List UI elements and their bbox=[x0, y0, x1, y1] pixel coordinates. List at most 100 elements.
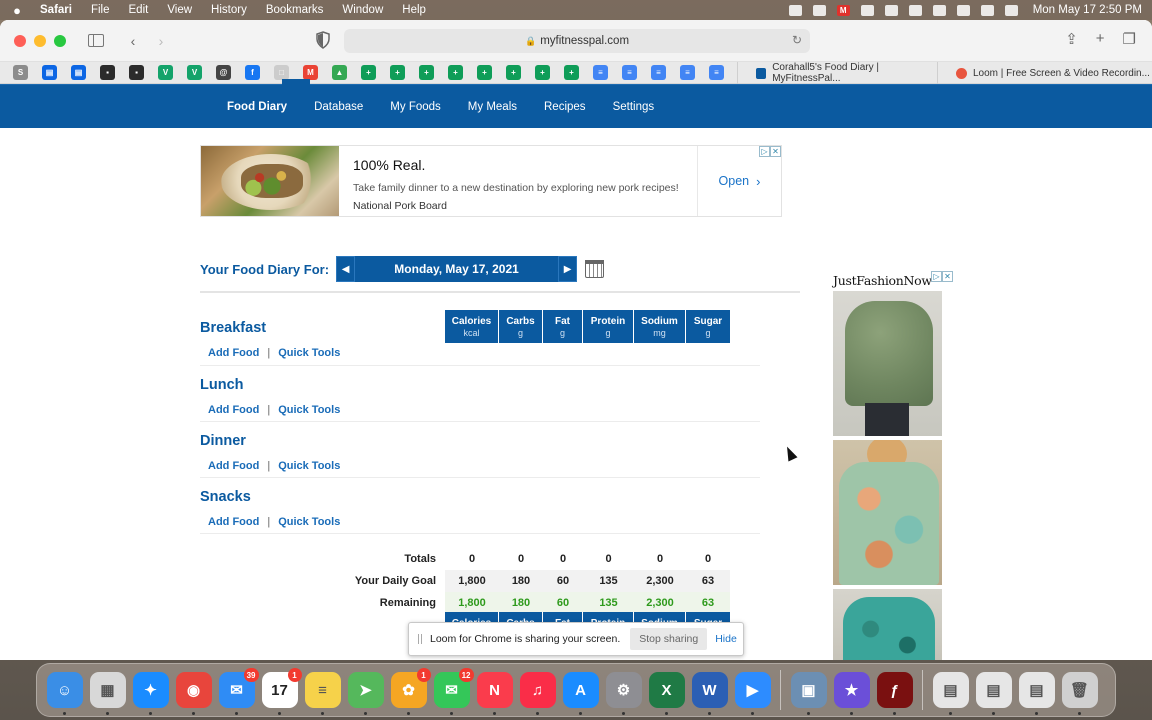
screenshot-icon[interactable]: ▤ bbox=[932, 672, 969, 715]
nav-my-meals[interactable]: My Meals bbox=[468, 101, 517, 113]
extension-icon[interactable] bbox=[812, 4, 826, 16]
menu-window[interactable]: Window bbox=[342, 4, 383, 16]
product-image[interactable] bbox=[833, 291, 942, 436]
drag-handle-icon[interactable] bbox=[418, 634, 422, 644]
apple-icon[interactable]: ● bbox=[10, 3, 24, 18]
m-app-icon[interactable]: M bbox=[836, 4, 850, 16]
add-food-link[interactable]: Add Food bbox=[208, 460, 259, 472]
siri-icon[interactable] bbox=[1004, 4, 1018, 16]
menu-history[interactable]: History bbox=[211, 4, 247, 16]
search-icon[interactable] bbox=[956, 4, 970, 16]
side-ad-choices[interactable]: ▷ ✕ bbox=[931, 271, 953, 282]
forward-arrow-icon[interactable]: › bbox=[150, 30, 172, 52]
add-food-link[interactable]: Add Food bbox=[208, 347, 259, 359]
next-day-icon[interactable]: ▶ bbox=[558, 256, 578, 282]
nav-my-foods[interactable]: My Foods bbox=[390, 101, 441, 113]
back-arrow-icon[interactable]: ‹ bbox=[122, 30, 144, 52]
page-icon[interactable]: □ bbox=[274, 65, 289, 80]
control-center-icon[interactable] bbox=[980, 4, 994, 16]
sheets-icon[interactable]: + bbox=[448, 65, 463, 80]
sheets-icon[interactable]: + bbox=[564, 65, 579, 80]
privacy-shield-icon[interactable] bbox=[316, 31, 330, 49]
calendar-icon[interactable]: 17 1 bbox=[261, 668, 302, 715]
share-icon[interactable]: ⇪ bbox=[1065, 30, 1078, 48]
quick-tools-link[interactable]: Quick Tools bbox=[278, 347, 340, 359]
messages-icon[interactable]: ✉ 12 bbox=[433, 668, 474, 715]
preview-icon[interactable]: ▣ bbox=[790, 672, 827, 715]
new-tab-icon[interactable]: + bbox=[1096, 30, 1105, 48]
music-icon[interactable]: ♫ bbox=[519, 672, 556, 715]
quick-tools-link[interactable]: Quick Tools bbox=[278, 460, 340, 472]
ad-close-icon[interactable]: ✕ bbox=[942, 271, 953, 282]
zoom-button[interactable] bbox=[54, 34, 66, 47]
news-icon[interactable]: N bbox=[476, 672, 513, 715]
diary-date[interactable]: Monday, May 17, 2021 bbox=[355, 256, 559, 282]
sheets-icon[interactable]: + bbox=[390, 65, 405, 80]
dark-app-icon[interactable]: ▪ bbox=[100, 65, 115, 80]
sheets-icon[interactable]: + bbox=[477, 65, 492, 80]
v-icon[interactable]: V bbox=[158, 65, 173, 80]
battery-icon[interactable] bbox=[908, 4, 922, 16]
calendar-icon[interactable] bbox=[585, 260, 605, 278]
at-icon[interactable]: @ bbox=[216, 65, 231, 80]
product-image[interactable] bbox=[833, 440, 942, 585]
sheets-icon[interactable]: + bbox=[361, 65, 376, 80]
system-preferences-icon[interactable]: ⚙ bbox=[605, 672, 642, 715]
tab-overview-icon[interactable]: ❐ bbox=[1123, 30, 1136, 48]
mail-icon[interactable]: ✉ 39 bbox=[218, 668, 259, 715]
adchoices-icon[interactable]: ▷ bbox=[759, 146, 770, 157]
nav-recipes[interactable]: Recipes bbox=[544, 101, 586, 113]
reload-icon[interactable]: ↻ bbox=[792, 33, 802, 47]
menu-view[interactable]: View bbox=[167, 4, 192, 16]
tab-loom[interactable]: Loom | Free Screen & Video Recordin... bbox=[937, 62, 1152, 84]
launchpad-icon[interactable]: ▦ bbox=[89, 672, 126, 715]
fork-icon[interactable] bbox=[860, 4, 874, 16]
minimize-button[interactable] bbox=[34, 34, 46, 47]
docs-icon[interactable]: ≡ bbox=[593, 65, 608, 80]
photos-icon[interactable]: ✿ 1 bbox=[390, 668, 431, 715]
address-bar[interactable]: 🔒 myfitnesspal.com ↻ bbox=[344, 29, 810, 53]
quick-tools-link[interactable]: Quick Tools bbox=[278, 516, 340, 528]
banner-ad[interactable]: 100% Real. Take family dinner to a new d… bbox=[200, 145, 782, 217]
sidebar-toggle-icon[interactable] bbox=[88, 34, 104, 47]
docs-icon[interactable]: ≡ bbox=[622, 65, 637, 80]
safari-icon[interactable]: ✦ bbox=[132, 672, 169, 715]
side-ad[interactable]: JustFashionNow ▷ ✕ bbox=[833, 271, 953, 660]
sheets-icon[interactable]: + bbox=[419, 65, 434, 80]
app-store-icon[interactable]: A bbox=[562, 672, 599, 715]
flash-icon[interactable]: ƒ bbox=[876, 672, 913, 715]
trash-icon[interactable]: 🗑 bbox=[1061, 672, 1098, 715]
menu-help[interactable]: Help bbox=[402, 4, 426, 16]
document-icon[interactable]: ▤ bbox=[1018, 672, 1055, 715]
menu-edit[interactable]: Edit bbox=[129, 4, 149, 16]
add-food-link[interactable]: Add Food bbox=[208, 516, 259, 528]
dark-app-icon[interactable]: ▪ bbox=[129, 65, 144, 80]
zoom-icon[interactable]: ▶ bbox=[734, 672, 771, 715]
tab-food-diary[interactable]: Corahall5's Food Diary | MyFitnessPal... bbox=[737, 62, 937, 84]
excel-icon[interactable]: X bbox=[648, 672, 685, 715]
word-icon[interactable]: W bbox=[691, 672, 728, 715]
nav-food-diary[interactable]: Food Diary bbox=[227, 101, 287, 113]
ad-choices[interactable]: ▷ ✕ bbox=[759, 146, 781, 157]
docs-icon[interactable]: ≡ bbox=[709, 65, 724, 80]
maps-icon[interactable]: ➤ bbox=[347, 672, 384, 715]
menu-file[interactable]: File bbox=[91, 4, 110, 16]
nav-database[interactable]: Database bbox=[314, 101, 363, 113]
nav-settings[interactable]: Settings bbox=[613, 101, 655, 113]
menu-app[interactable]: Safari bbox=[40, 4, 72, 16]
docs-icon[interactable]: ≡ bbox=[651, 65, 666, 80]
menu-bookmarks[interactable]: Bookmarks bbox=[266, 4, 324, 16]
clock[interactable]: Mon May 17 2:50 PM bbox=[1033, 4, 1142, 16]
play-icon[interactable] bbox=[884, 4, 898, 16]
adchoices-icon[interactable]: ▷ bbox=[931, 271, 942, 282]
sheets-icon[interactable]: + bbox=[506, 65, 521, 80]
trello-icon[interactable]: ▤ bbox=[42, 65, 57, 80]
gmail-icon[interactable]: M bbox=[303, 65, 318, 80]
v-icon[interactable]: V bbox=[187, 65, 202, 80]
previous-day-icon[interactable]: ◀ bbox=[336, 256, 356, 282]
imovie-icon[interactable]: ★ bbox=[833, 672, 870, 715]
drive-icon[interactable]: ▲ bbox=[332, 65, 347, 80]
sheets-icon[interactable]: + bbox=[535, 65, 550, 80]
chrome-icon[interactable]: ◉ bbox=[175, 672, 212, 715]
add-food-link[interactable]: Add Food bbox=[208, 404, 259, 416]
